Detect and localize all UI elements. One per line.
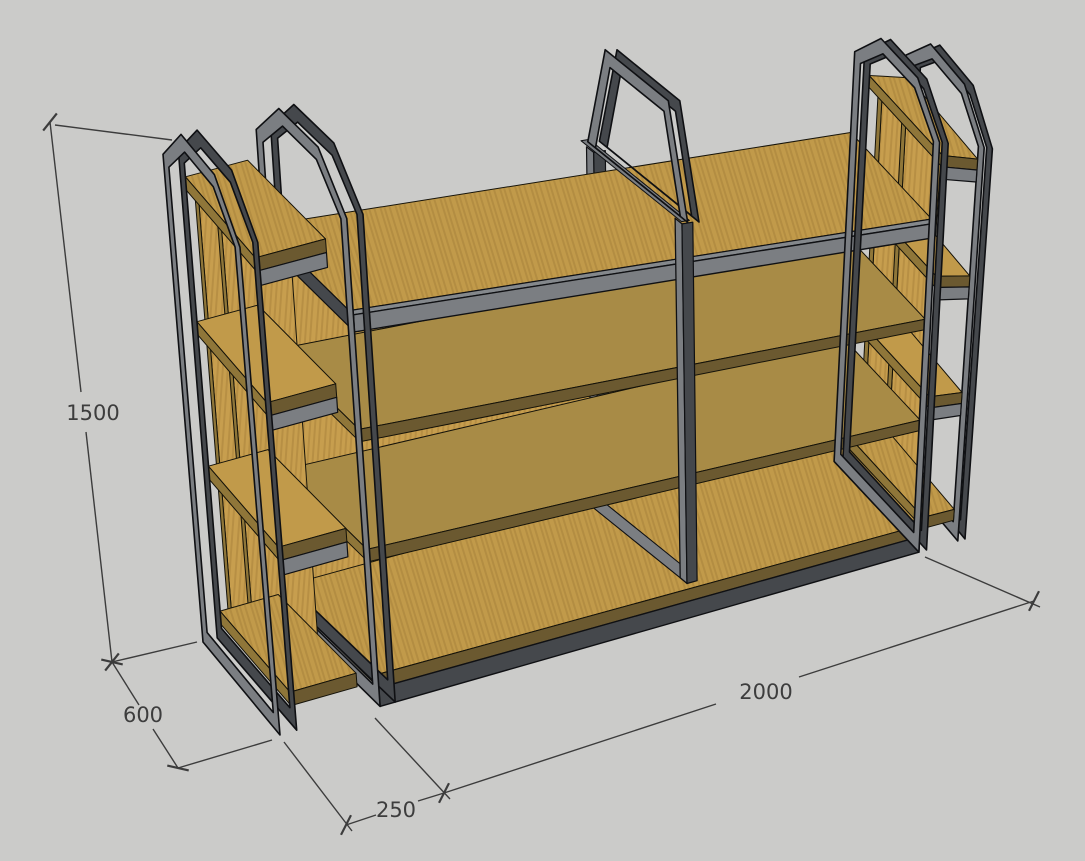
shelving-unit-3d-scene[interactable]: 1500 600 250 2000 [0,0,1085,861]
dim-height-label: 1500 [66,401,119,425]
dim-end-bay-label: 250 [376,798,416,822]
dim-main-span-label: 2000 [739,680,792,704]
model-geometry [162,37,994,736]
cad-viewport[interactable]: 1500 600 250 2000 [0,0,1085,861]
dim-depth-label: 600 [123,703,163,727]
